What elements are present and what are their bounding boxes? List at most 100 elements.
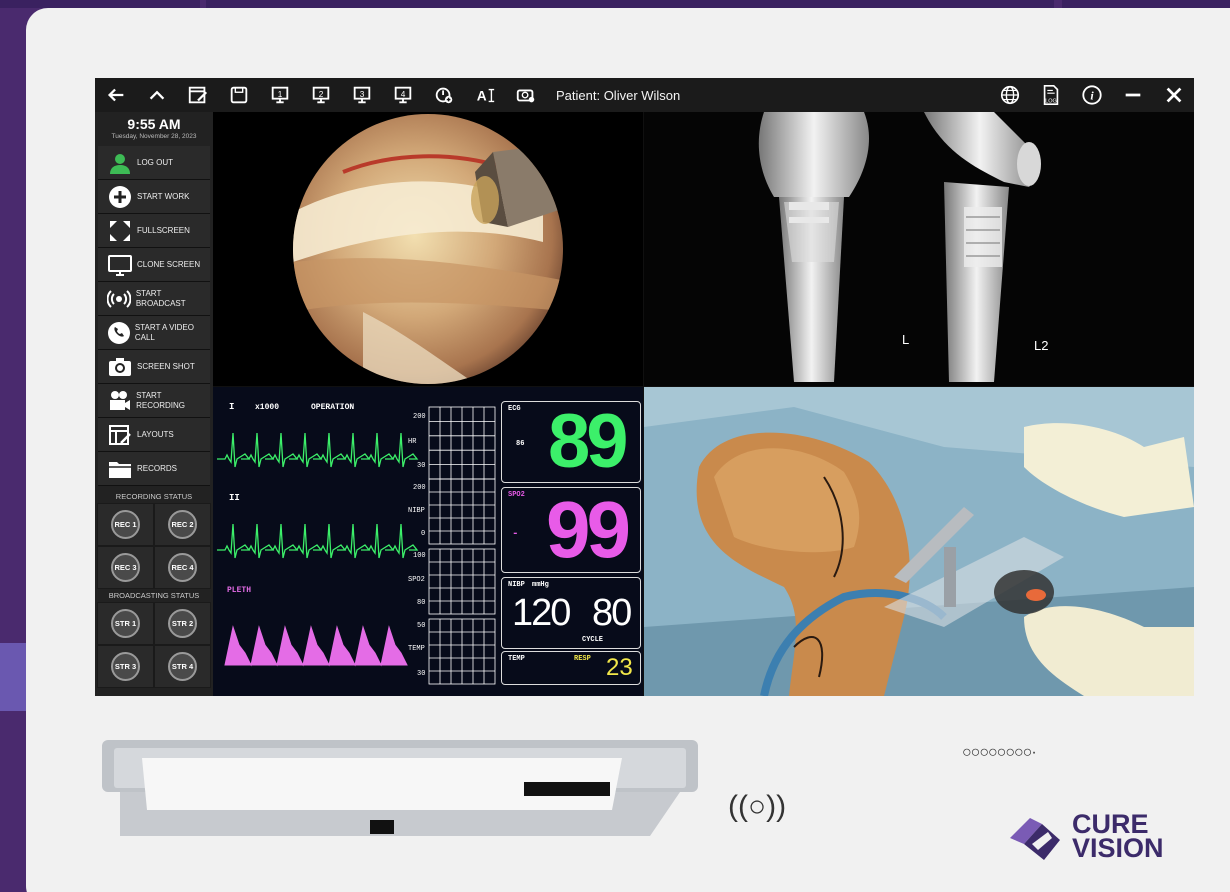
- str-2-button[interactable]: STR 2: [168, 609, 197, 638]
- globe-icon[interactable]: [989, 78, 1030, 112]
- start-video-call-button[interactable]: START A VIDEO CALL: [98, 316, 210, 350]
- wireless-icon: ((○)): [728, 790, 787, 823]
- close-icon[interactable]: [1153, 78, 1194, 112]
- xray-label-right: L2: [1034, 338, 1048, 353]
- sidebar-item-label: RECORDS: [137, 463, 178, 473]
- back-arrow-icon[interactable]: [95, 78, 136, 112]
- svg-text:SPO2: SPO2: [408, 576, 425, 584]
- svg-text:LOG: LOG: [1045, 98, 1057, 104]
- monitor-lead-label: I: [229, 402, 234, 412]
- recording-status-grid: REC 1 REC 2 REC 3 REC 4: [97, 503, 213, 589]
- toolbar: 1 2 3 4 A Patient: Oliver Wilson LOG i: [95, 78, 1194, 112]
- broadcasting-status-grid: STR 1 STR 2 STR 3 STR 4: [97, 602, 213, 688]
- svg-text:200: 200: [413, 484, 426, 492]
- clock: 9:55 AM Tuesday, November 28, 2023: [95, 112, 213, 146]
- display-4-icon[interactable]: 4: [382, 78, 423, 112]
- top-strip: [1062, 0, 1230, 8]
- start-broadcast-button[interactable]: START BROADCAST: [98, 282, 210, 316]
- nibp-systolic-value: 120: [512, 592, 571, 634]
- plus-circle-icon: [106, 183, 134, 211]
- endoscope-image: [293, 114, 563, 384]
- top-strip: [206, 0, 1054, 8]
- rec-3-button[interactable]: REC 3: [111, 553, 140, 582]
- fullscreen-button[interactable]: FULLSCREEN: [98, 214, 210, 248]
- svg-text:1: 1: [277, 90, 282, 99]
- clock-time: 9:55 AM: [127, 116, 181, 132]
- display-1-icon[interactable]: 1: [259, 78, 300, 112]
- spo2-value: 99: [546, 485, 631, 574]
- keyboard-image: [102, 740, 698, 836]
- up-chevron-icon[interactable]: [136, 78, 177, 112]
- application-screen: 1 2 3 4 A Patient: Oliver Wilson LOG i 9…: [95, 78, 1194, 696]
- patient-name: Patient: Oliver Wilson: [556, 87, 681, 103]
- broadcasting-status-label: BROADCASTING STATUS: [108, 591, 200, 600]
- svg-text:30: 30: [417, 670, 425, 678]
- timer-add-icon[interactable]: [423, 78, 464, 112]
- layouts-button[interactable]: LAYOUTS: [98, 418, 210, 452]
- surgery-camera-view[interactable]: [644, 387, 1194, 696]
- endoscope-view[interactable]: [213, 112, 643, 386]
- log-file-icon[interactable]: LOG: [1030, 78, 1071, 112]
- resp-value: 23: [606, 654, 633, 681]
- start-recording-button[interactable]: START RECORDING: [98, 384, 210, 418]
- camera-settings-icon[interactable]: [505, 78, 546, 112]
- sidebar-item-label: SCREEN SHOT: [137, 361, 195, 371]
- svg-text:i: i: [1090, 89, 1094, 103]
- camera-icon: [106, 353, 134, 381]
- rec-2-button[interactable]: REC 2: [168, 510, 197, 539]
- folder-icon: [106, 455, 134, 483]
- ecg-value: 89: [548, 399, 629, 484]
- display-3-icon[interactable]: 3: [341, 78, 382, 112]
- svg-text:HR: HR: [408, 438, 417, 446]
- start-work-button[interactable]: START WORK: [98, 180, 210, 214]
- display-2-icon[interactable]: 2: [300, 78, 341, 112]
- edit-layout-icon[interactable]: [177, 78, 218, 112]
- sidebar-item-label: START WORK: [137, 191, 190, 201]
- fullscreen-icon: [106, 217, 134, 245]
- svg-text:3: 3: [359, 90, 364, 99]
- sidebar-item-label: START RECORDING: [136, 390, 185, 410]
- xray-label-left: L: [902, 332, 909, 347]
- text-size-icon[interactable]: A: [464, 78, 505, 112]
- rec-1-button[interactable]: REC 1: [111, 510, 140, 539]
- monitor-lead-2-label: II: [229, 493, 240, 503]
- svg-text:80: 80: [417, 599, 425, 607]
- nibp-diastolic-value: 80: [592, 592, 632, 634]
- recording-status-label: RECORDING STATUS: [115, 492, 193, 501]
- sidebar-item-label: LOG OUT: [137, 157, 174, 167]
- sidebar-item-label: START BROADCAST: [135, 288, 186, 308]
- sidebar-item-label: CLONE SCREEN: [137, 259, 201, 269]
- spo2-box: SPO2 - 99: [501, 485, 641, 574]
- monitor-pleth-label: PLETH: [227, 586, 251, 595]
- logout-button[interactable]: LOG OUT: [98, 146, 210, 180]
- patient-monitor-view[interactable]: I x1000 OPERATION II PLETH 200 HR 30 200…: [213, 387, 643, 696]
- str-4-button[interactable]: STR 4: [168, 652, 197, 681]
- svg-text:30: 30: [417, 462, 425, 470]
- records-button[interactable]: RECORDS: [98, 452, 210, 486]
- curevision-logo-icon: [1010, 818, 1060, 860]
- monitor-icon: [106, 251, 134, 279]
- xray-view[interactable]: L L2: [644, 112, 1194, 386]
- svg-text:0: 0: [421, 530, 425, 538]
- minimize-icon[interactable]: [1112, 78, 1153, 112]
- layouts-icon: [106, 421, 134, 449]
- info-icon[interactable]: i: [1071, 78, 1112, 112]
- brand-name-line-2: VISION: [1072, 833, 1164, 863]
- svg-text:200: 200: [413, 413, 426, 421]
- save-icon[interactable]: [218, 78, 259, 112]
- clone-screen-button[interactable]: CLONE SCREEN: [98, 248, 210, 282]
- screenshot-button[interactable]: SCREEN SHOT: [98, 350, 210, 384]
- str-3-button[interactable]: STR 3: [111, 652, 140, 681]
- user-icon: [106, 149, 134, 177]
- surgery-image: [644, 387, 1194, 696]
- sidebar: 9:55 AM Tuesday, November 28, 2023 LOG O…: [95, 112, 213, 696]
- rec-4-button[interactable]: REC 4: [168, 553, 197, 582]
- str-1-button[interactable]: STR 1: [111, 609, 140, 638]
- ecg-box: ECG 86 89: [501, 399, 641, 484]
- top-strip: [0, 0, 200, 8]
- svg-text:2: 2: [318, 90, 323, 99]
- temp-resp-box: TEMP RESP 23: [501, 651, 641, 685]
- video-camera-icon: [106, 387, 133, 415]
- broadcast-icon: [106, 285, 133, 313]
- sidebar-item-label: LAYOUTS: [137, 429, 174, 439]
